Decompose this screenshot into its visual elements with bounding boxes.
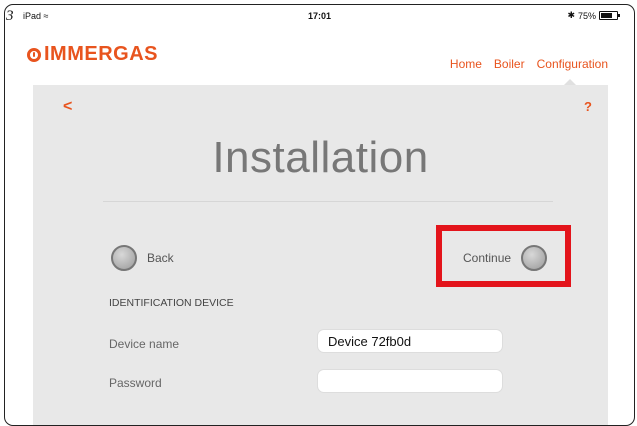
device-name-field[interactable] <box>317 329 503 353</box>
status-right: ✱ 75% <box>567 10 620 21</box>
help-button[interactable]: ? <box>584 99 592 114</box>
logo-text: IMMERGAS <box>44 43 158 65</box>
nav-configuration[interactable]: Configuration <box>537 57 608 71</box>
battery-icon <box>599 11 620 20</box>
back-round-icon[interactable] <box>111 245 137 271</box>
title-divider <box>103 201 553 202</box>
page-title: Installation <box>212 133 429 182</box>
device-name-label: Device name <box>109 337 180 351</box>
app-header: IMMERGAS Home Boiler Configuration <box>5 27 634 85</box>
nav-home[interactable]: Home <box>450 57 482 71</box>
back-chevron-icon[interactable]: < <box>63 98 72 116</box>
top-nav: Home Boiler Configuration <box>450 57 608 71</box>
bluetooth-icon: ✱ <box>567 10 575 20</box>
password-label: Password <box>109 376 162 390</box>
status-bar: iPad ≈ 17:01 ✱ 75% <box>5 5 634 27</box>
tablet-screen: iPad ≈ 17:01 ✱ 75% IMMERGAS Home Boiler … <box>4 4 635 426</box>
installation-panel: < ? Installation Back Continue IDENTIFIC… <box>33 85 608 425</box>
password-field[interactable] <box>317 369 503 393</box>
back-label: Back <box>147 251 174 265</box>
status-time: 17:01 <box>307 11 332 21</box>
step-number: 3 <box>6 8 14 24</box>
back-button[interactable]: Back <box>111 245 174 271</box>
continue-highlight-box <box>436 225 571 287</box>
battery-percent: 75% <box>577 10 596 21</box>
nav-boiler[interactable]: Boiler <box>494 57 525 71</box>
section-label: IDENTIFICATION DEVICE <box>109 297 234 309</box>
power-logo-icon <box>27 47 41 62</box>
immergas-logo[interactable]: IMMERGAS <box>27 43 158 66</box>
